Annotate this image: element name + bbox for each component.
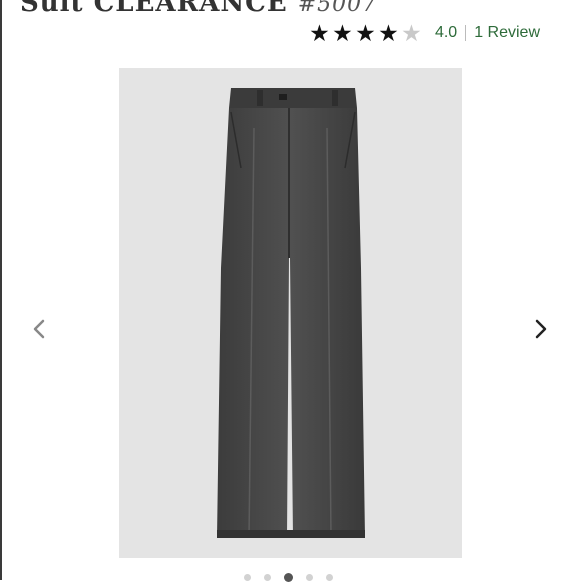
chevron-left-icon bbox=[33, 319, 45, 339]
star-icon: ★ bbox=[309, 20, 330, 46]
pants-image bbox=[119, 68, 462, 558]
chevron-right-icon bbox=[535, 319, 547, 339]
product-title: Suit CLEARANCE #5007 bbox=[20, 0, 377, 18]
star-icon: ★ bbox=[378, 20, 399, 46]
gallery-pagination bbox=[244, 573, 333, 582]
pagination-dot-active[interactable] bbox=[284, 573, 293, 582]
reviews-link[interactable]: 1 Review bbox=[474, 24, 540, 42]
rating-summary: ★ ★ ★ ★ ★ 4.0 1 Review bbox=[308, 20, 540, 46]
gallery-next-button[interactable] bbox=[528, 316, 554, 342]
star-empty-icon: ★ bbox=[401, 20, 422, 46]
gallery-prev-button[interactable] bbox=[26, 316, 52, 342]
rating-score: 4.0 bbox=[434, 24, 458, 41]
star-icon: ★ bbox=[355, 20, 376, 46]
product-image bbox=[119, 68, 462, 558]
page-edge bbox=[0, 0, 2, 580]
star-icon: ★ bbox=[332, 20, 353, 46]
rating-divider bbox=[465, 25, 467, 41]
product-title-text: Suit CLEARANCE bbox=[20, 0, 288, 18]
star-rating: ★ ★ ★ ★ ★ bbox=[308, 20, 423, 46]
product-sku: #5007 bbox=[297, 0, 378, 17]
